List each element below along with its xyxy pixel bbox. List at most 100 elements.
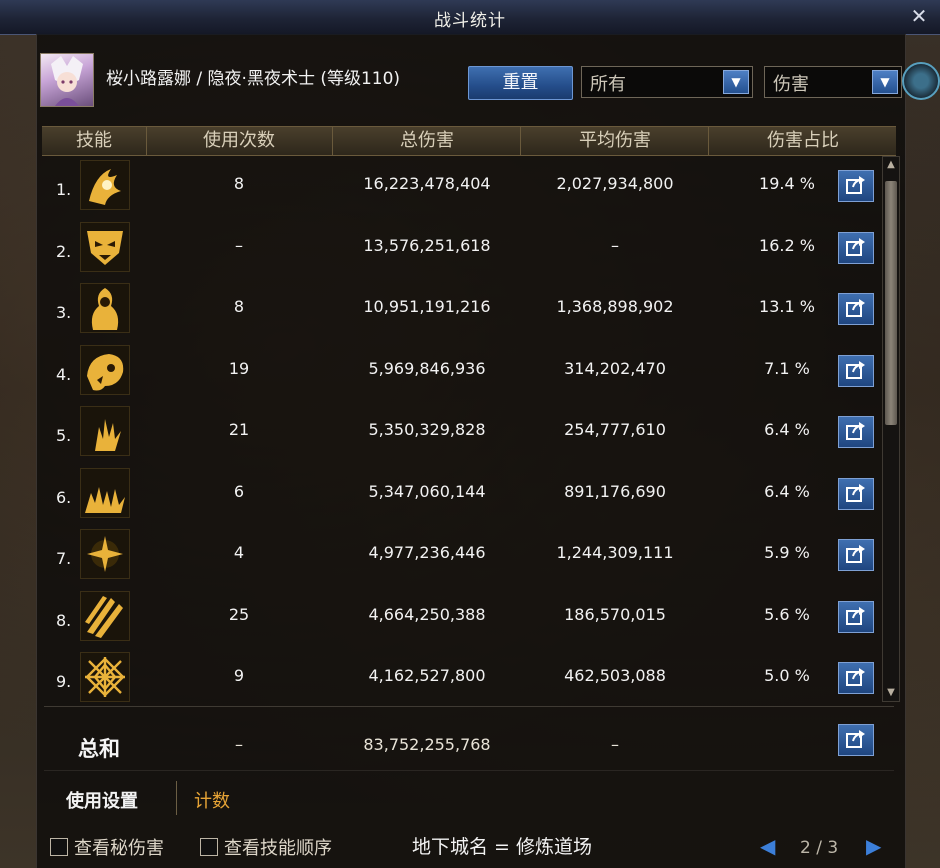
uses-cell: 19 <box>228 358 250 378</box>
share-button[interactable] <box>838 293 874 325</box>
uses-cell: 25 <box>228 604 250 624</box>
prev-page-icon[interactable]: ◀ <box>760 834 775 858</box>
scroll-up-icon[interactable]: ▲ <box>883 157 899 173</box>
skill-order-checkbox[interactable]: 查看技能顺序 <box>200 834 332 859</box>
share-button[interactable] <box>838 539 874 571</box>
dark-burst-icon <box>80 529 130 579</box>
table-header: 技能 使用次数 总伤害 平均伤害 伤害占比 <box>42 126 896 156</box>
checkbox-icon[interactable] <box>50 838 68 856</box>
total-label: 总和 <box>78 737 120 761</box>
damage-share-cell: 5.9 % <box>764 543 810 562</box>
total-damage-cell: 10,951,191,216 <box>363 297 491 316</box>
damage-share-cell: 7.1 % <box>764 358 810 378</box>
share-button[interactable] <box>838 416 874 448</box>
metric-dropdown[interactable]: 伤害 ▼ <box>764 66 902 98</box>
reset-button[interactable]: 重置 <box>468 66 573 100</box>
avatar <box>40 53 94 107</box>
damage-share-cell: 13.1 % <box>759 297 815 316</box>
tab-separator <box>176 781 177 815</box>
skull-beast-icon <box>80 344 130 395</box>
next-page-icon[interactable]: ▶ <box>866 834 881 858</box>
total-damage-cell: 5,350,329,828 <box>368 420 486 439</box>
filter-dropdown-value: 所有 <box>590 74 626 95</box>
claw-slash-icon <box>80 590 130 641</box>
rank-number: 9. <box>56 672 72 691</box>
chevron-down-icon[interactable]: ▼ <box>872 70 898 94</box>
rank-number: 7. <box>56 549 72 568</box>
character-info: 桜小路露娜 / 隐夜·黑夜术士 (等级110) <box>106 69 401 89</box>
header-uses[interactable]: 使用次数 <box>146 127 333 155</box>
average-damage-cell: 2,027,934,800 <box>556 174 674 193</box>
rank-number: 2. <box>56 241 72 261</box>
header-skill[interactable]: 技能 <box>42 127 147 155</box>
tab-settings[interactable]: 使用设置 <box>66 787 138 813</box>
average-damage-cell: 254,777,610 <box>564 420 666 439</box>
total-uses: – <box>235 735 243 754</box>
total-damage-cell: 5,347,060,144 <box>368 481 486 501</box>
share-button[interactable] <box>838 231 874 264</box>
share-button[interactable] <box>838 477 874 510</box>
many-hands-icon <box>80 467 130 518</box>
damage-share-cell: 5.6 % <box>764 604 810 624</box>
scrollbar-thumb[interactable] <box>885 181 897 425</box>
uses-cell: 8 <box>233 297 245 316</box>
uses-cell: 8 <box>233 174 245 193</box>
average-damage-cell: 891,176,690 <box>564 481 666 501</box>
spider-web-icon <box>80 652 130 702</box>
table-row: 7. 4 4,977,236,446 1,244,309,111 5.9 % <box>42 525 882 586</box>
share-icon <box>846 237 865 256</box>
secret-damage-checkbox[interactable]: 查看秘伤害 <box>50 834 164 859</box>
scroll-down-icon[interactable]: ▼ <box>883 685 899 701</box>
filter-dropdown[interactable]: 所有 ▼ <box>581 66 753 98</box>
rank-number: 1. <box>56 180 72 199</box>
damage-share-cell: 6.4 % <box>764 420 810 439</box>
chevron-down-icon[interactable]: ▼ <box>723 70 749 94</box>
page-indicator: 2 / 3 <box>800 838 839 858</box>
table-row: 6. 6 5,347,060,144 891,176,690 6.4 % <box>42 464 882 525</box>
share-button[interactable] <box>838 662 874 694</box>
share-icon <box>846 360 865 379</box>
header-average-damage[interactable]: 平均伤害 <box>522 127 709 155</box>
share-icon <box>846 176 865 194</box>
damage-share-cell: 16.2 % <box>759 235 815 255</box>
damage-share-cell: 6.4 % <box>764 481 810 501</box>
flame-claw-icon <box>80 160 130 210</box>
skill-order-label: 查看技能顺序 <box>224 838 332 859</box>
rank-number: 5. <box>56 426 72 445</box>
table-row: 1. 8 16,223,478,404 2,027,934,800 19.4 % <box>42 156 882 217</box>
average-damage-cell: 186,570,015 <box>564 604 666 624</box>
secret-damage-label: 查看秘伤害 <box>74 838 164 859</box>
share-button[interactable] <box>838 354 874 387</box>
scrollbar[interactable]: ▲ ▼ <box>882 156 900 702</box>
rank-number: 8. <box>56 610 72 630</box>
checkbox-icon[interactable] <box>200 838 218 856</box>
table-row: 2. – 13,576,251,618 – 16.2 % <box>42 218 882 279</box>
tab-count[interactable]: 计数 <box>194 787 230 813</box>
header-total-damage[interactable]: 总伤害 <box>334 127 521 155</box>
uses-cell: 9 <box>233 666 245 685</box>
minimap-ring-icon <box>902 62 940 100</box>
share-button[interactable] <box>838 170 874 202</box>
table-row: 3. 8 10,951,191,216 1,368,898,902 13.1 % <box>42 279 882 340</box>
close-icon[interactable]: ✕ <box>908 5 930 27</box>
share-button-total[interactable] <box>838 724 874 756</box>
table-row: 9. 9 4,162,527,800 462,503,088 5.0 % <box>42 648 882 709</box>
demon-mask-icon <box>80 221 130 272</box>
footer-bar: 查看秘伤害 查看技能顺序 地下城名 = 修炼道场 ◀ 2 / 3 ▶ <box>0 826 940 868</box>
uses-cell: 4 <box>233 543 245 562</box>
witch-figure-icon <box>80 283 130 333</box>
title-bar: 战斗统计 ✕ <box>0 0 940 35</box>
golden-hand-icon <box>80 406 130 456</box>
damage-share-cell: 5.0 % <box>764 666 810 685</box>
average-damage-cell: 314,202,470 <box>564 358 666 378</box>
share-button[interactable] <box>838 600 874 633</box>
total-damage-cell: 13,576,251,618 <box>363 235 491 255</box>
average-damage-cell: 1,368,898,902 <box>556 297 674 316</box>
divider <box>44 706 894 707</box>
dungeon-name: 地下城名 = 修炼道场 <box>412 836 592 858</box>
table-row: 5. 21 5,350,329,828 254,777,610 6.4 % <box>42 402 882 463</box>
header-damage-share[interactable]: 伤害占比 <box>710 127 896 155</box>
rank-number: 4. <box>56 364 72 384</box>
uses-cell: 6 <box>233 481 245 501</box>
total-damage-cell: 5,969,846,936 <box>368 358 486 378</box>
